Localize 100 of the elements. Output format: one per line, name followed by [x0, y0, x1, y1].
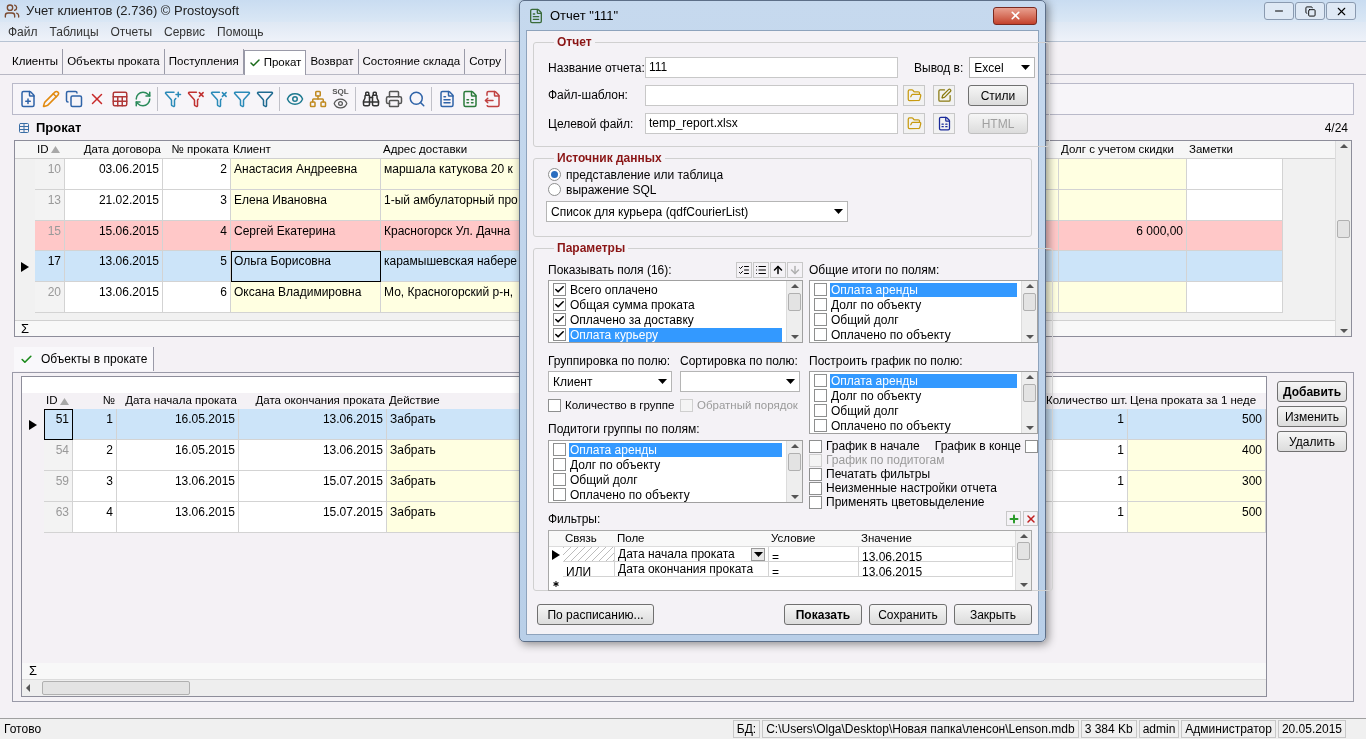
checkbox[interactable]: [553, 458, 566, 471]
dialog-button[interactable]: Показать: [784, 604, 862, 625]
checkbox[interactable]: [548, 399, 561, 412]
column-header[interactable]: № проката: [163, 141, 231, 158]
checkbox[interactable]: [809, 467, 822, 481]
column-header[interactable]: Условие: [769, 531, 859, 546]
table-cell[interactable]: Дата окончания проката: [615, 562, 769, 577]
column-header[interactable]: №: [73, 393, 117, 409]
menu-item[interactable]: Помощь: [211, 22, 270, 41]
checkbox[interactable]: [553, 473, 566, 486]
grid-button[interactable]: Изменить: [1277, 406, 1347, 427]
checkbox[interactable]: [553, 488, 566, 501]
column-header[interactable]: Цена проката за 1 неде: [1128, 393, 1266, 409]
checkbox[interactable]: [814, 389, 827, 402]
column-header[interactable]: ID: [44, 393, 73, 409]
column-header[interactable]: ID: [35, 141, 65, 158]
horizontal-scrollbar[interactable]: [22, 679, 1266, 696]
vertical-scrollbar[interactable]: [1021, 281, 1037, 342]
checkbox[interactable]: [814, 298, 827, 311]
checkbox[interactable]: [809, 481, 822, 495]
dropdown[interactable]: Список для курьера (qdfCourierList): [546, 201, 848, 222]
folder-icon[interactable]: [903, 113, 925, 134]
input-field[interactable]: [645, 85, 898, 106]
list-item[interactable]: Оплачено за доставку: [569, 312, 782, 327]
checkbox[interactable]: [814, 328, 827, 341]
checkbox[interactable]: [814, 404, 827, 417]
list-item[interactable]: Оплачено по объекту: [569, 487, 782, 502]
tab[interactable]: Прокат: [243, 50, 307, 75]
tab[interactable]: Возврат: [306, 49, 359, 74]
column-header[interactable]: Значение: [859, 531, 1013, 546]
dropdown[interactable]: Клиент: [548, 371, 672, 392]
vertical-scrollbar[interactable]: [1335, 141, 1351, 336]
dialog-button[interactable]: Сохранить: [869, 604, 947, 625]
edit-icon[interactable]: [933, 85, 955, 106]
folder-icon[interactable]: [903, 85, 925, 106]
list-icon[interactable]: [753, 261, 769, 278]
tab[interactable]: Состояние склада: [358, 49, 466, 74]
dialog-button[interactable]: Закрыть: [954, 604, 1032, 625]
close-button[interactable]: [993, 6, 1037, 25]
delete-filter-icon[interactable]: [1023, 511, 1038, 526]
list-item[interactable]: Оплачено по объекту: [830, 327, 1017, 342]
grid-button[interactable]: Удалить: [1277, 431, 1347, 452]
tab[interactable]: Объекты проката: [63, 49, 165, 74]
tab[interactable]: Клиенты: [8, 49, 64, 74]
minimize-button[interactable]: [1264, 2, 1294, 20]
checkbox[interactable]: [809, 439, 822, 453]
vertical-scrollbar[interactable]: [786, 441, 802, 502]
radio-button[interactable]: [548, 168, 561, 181]
add-filter-icon[interactable]: [1006, 511, 1021, 526]
list-item[interactable]: Долг по объекту: [569, 457, 782, 472]
checkbox[interactable]: [814, 283, 827, 296]
check-all-icon[interactable]: [736, 261, 752, 278]
input-field[interactable]: 111: [645, 57, 898, 78]
column-header[interactable]: Дата начала проката: [117, 393, 239, 409]
checkbox[interactable]: [553, 313, 566, 326]
list-item[interactable]: Долг по объекту: [830, 388, 1017, 403]
vertical-scrollbar[interactable]: [1021, 372, 1037, 433]
vertical-scrollbar[interactable]: [786, 281, 802, 342]
column-header[interactable]: Дата окончания проката: [239, 393, 387, 409]
column-header[interactable]: Клиент: [231, 141, 381, 158]
tab[interactable]: Поступления: [164, 49, 244, 74]
grid-button[interactable]: Добавить: [1277, 381, 1347, 402]
checkbox[interactable]: [814, 313, 827, 326]
menu-item[interactable]: Сервис: [158, 22, 212, 41]
move-up-icon[interactable]: [770, 261, 786, 278]
vertical-scrollbar[interactable]: [1015, 531, 1031, 590]
list-item[interactable]: Долг по объекту: [830, 297, 1017, 312]
list-item[interactable]: Общая сумма проката: [569, 297, 782, 312]
checkbox[interactable]: [814, 374, 827, 387]
menu-item[interactable]: Отчеты: [104, 22, 158, 41]
list-item[interactable]: Общий долг: [569, 472, 782, 487]
checkbox[interactable]: [553, 328, 566, 341]
table-cell[interactable]: Дата начала проката: [615, 547, 769, 562]
checkbox[interactable]: [809, 495, 822, 509]
checkbox[interactable]: [553, 298, 566, 311]
dropdown[interactable]: [680, 371, 800, 392]
radio-button[interactable]: [548, 183, 561, 196]
spreadsheet-icon[interactable]: [933, 113, 955, 134]
menu-item[interactable]: Файл: [2, 22, 44, 41]
menu-item[interactable]: Таблицы: [43, 22, 105, 41]
tab[interactable]: Объекты в прокате: [14, 347, 155, 371]
column-header[interactable]: Долг с учетом скидки: [1059, 141, 1187, 158]
restore-button[interactable]: [1295, 2, 1325, 20]
column-header[interactable]: Дата договора: [65, 141, 163, 158]
checkbox[interactable]: [814, 419, 827, 432]
list-item[interactable]: Оплачено по объекту: [830, 418, 1017, 433]
styles-button[interactable]: Стили: [968, 85, 1028, 106]
list-item[interactable]: Всего оплачено: [569, 282, 782, 297]
input-field[interactable]: temp_report.xlsx: [645, 113, 898, 134]
tab[interactable]: Сотру: [465, 49, 506, 74]
column-header[interactable]: Связь: [563, 531, 615, 546]
column-header[interactable]: Заметки: [1187, 141, 1283, 158]
schedule-button[interactable]: По расписанию...: [537, 604, 654, 625]
column-header[interactable]: Поле: [615, 531, 769, 546]
checkbox[interactable]: [553, 443, 566, 456]
checkbox[interactable]: [553, 283, 566, 296]
dropdown[interactable]: Excel: [969, 57, 1036, 78]
checkbox[interactable]: [1025, 439, 1038, 453]
list-item[interactable]: Общий долг: [830, 312, 1017, 327]
close-button[interactable]: [1326, 2, 1356, 20]
